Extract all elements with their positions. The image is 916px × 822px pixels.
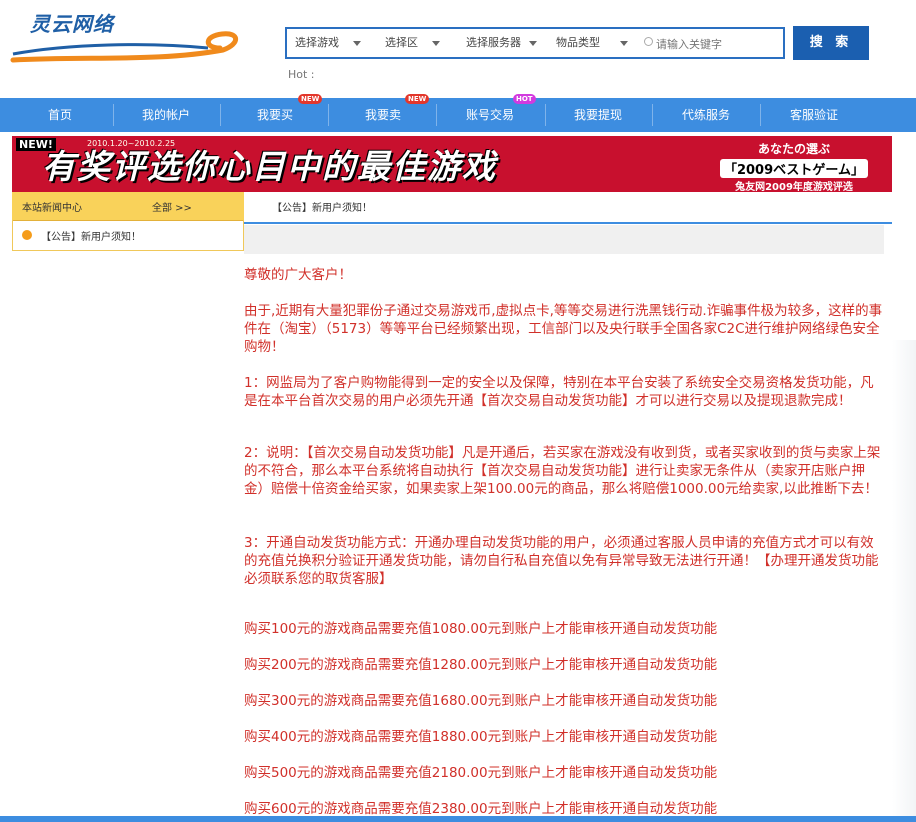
nav-divider bbox=[113, 104, 114, 126]
main-nav: 首页 我的帐户 我要买 NEW 我要卖 NEW 账号交易 HOT 我要提现 代练… bbox=[0, 94, 916, 132]
notice-divider bbox=[244, 222, 892, 224]
nav-divider bbox=[760, 104, 761, 126]
server-select[interactable]: 选择服务器 bbox=[466, 29, 537, 57]
nav-label: 账号交易 bbox=[465, 108, 514, 122]
page-edge-shadow bbox=[892, 340, 916, 816]
nav-divider bbox=[652, 104, 653, 126]
nav-item-home[interactable]: 首页 bbox=[10, 98, 110, 132]
price-line: 购买400元的游戏商品需要充值1880.00元到账户上才能审核开通自动发货功能 bbox=[244, 729, 718, 745]
search-bar: 选择游戏 选择区 选择服务器 物品类型 bbox=[285, 27, 798, 59]
chevron-down-icon bbox=[529, 40, 537, 46]
server-select-label: 选择服务器 bbox=[466, 36, 521, 49]
hot-keywords-label: Hot : bbox=[288, 68, 315, 81]
nav-label: 我要卖 bbox=[364, 108, 401, 122]
keyword-input[interactable] bbox=[642, 33, 798, 55]
price-line: 购买300元的游戏商品需要充值1680.00元到账户上才能审核开通自动发货功能 bbox=[244, 693, 718, 709]
new-badge: NEW bbox=[405, 94, 430, 104]
hot-badge: HOT bbox=[513, 94, 536, 104]
nav-item-service-verify[interactable]: 客服验证 bbox=[764, 98, 864, 132]
banner-headline: 有奖评选你心目中的最佳游戏 bbox=[42, 147, 497, 186]
game-select-label: 选择游戏 bbox=[295, 36, 339, 49]
news-header: 本站新闻中心 全部 >> bbox=[12, 192, 244, 221]
news-item[interactable]: 【公告】新用户须知！ bbox=[41, 228, 141, 243]
nav-label: 我要提现 bbox=[573, 108, 622, 122]
paragraph-1: 1：网监局为了客户购物能得到一定的安全以及保障，特别在本平台安装了系统安全交易资… bbox=[244, 375, 874, 409]
nav-item-withdraw[interactable]: 我要提现 bbox=[548, 98, 648, 132]
nav-divider bbox=[436, 104, 437, 126]
banner-side-text: あなたの選ぶ 「2009ベストゲーム」 兔友网2009年度游戏评选 bbox=[702, 140, 886, 192]
nav-divider bbox=[328, 104, 329, 126]
banner-side-line1: あなたの選ぶ bbox=[757, 142, 830, 156]
item-type-select-label: 物品类型 bbox=[556, 36, 600, 49]
nav-label: 代练服务 bbox=[681, 108, 730, 122]
promo-banner[interactable]: NEW! 2010.1.20~2010.2.25 有奖评选你心目中的最佳游戏 あ… bbox=[12, 136, 892, 192]
paragraph-2: 2：说明：【首次交易自动发货功能】凡是开通后，若买家在游戏没有收到货，或者买家收… bbox=[244, 445, 881, 497]
item-type-select[interactable]: 物品类型 bbox=[556, 29, 628, 57]
price-line: 购买500元的游戏商品需要充值2180.00元到账户上才能审核开通自动发货功能 bbox=[244, 765, 718, 781]
nav-item-my-account[interactable]: 我的帐户 bbox=[116, 98, 216, 132]
paragraph-3: 3：开通自动发货功能方式：开通办理自动发货功能的用户，必须通过客服人员申请的充值… bbox=[244, 535, 879, 587]
chevron-down-icon bbox=[432, 40, 440, 46]
chevron-down-icon bbox=[353, 40, 361, 46]
site-logo[interactable]: 灵云网络 bbox=[8, 4, 243, 68]
news-title: 本站新闻中心 bbox=[22, 203, 82, 214]
nav-label: 首页 bbox=[47, 108, 72, 122]
nav-item-buy[interactable]: 我要买 NEW bbox=[225, 94, 325, 132]
nav-divider bbox=[545, 104, 546, 126]
notice-title: 【公告】新用户须知！ bbox=[272, 203, 372, 214]
bullet-icon bbox=[22, 230, 32, 240]
new-badge: NEW bbox=[298, 94, 323, 104]
banner-side-line2: 「2009ベストゲーム」 bbox=[719, 159, 869, 178]
price-line: 购买200元的游戏商品需要充值1280.00元到账户上才能审核开通自动发货功能 bbox=[244, 657, 718, 673]
nav-label: 我的帐户 bbox=[141, 108, 190, 122]
notice-subbar bbox=[244, 225, 884, 254]
news-list: 【公告】新用户须知！ bbox=[12, 220, 244, 251]
bottom-bar bbox=[0, 816, 916, 822]
area-select-label: 选择区 bbox=[385, 36, 418, 49]
nav-item-boosting[interactable]: 代练服务 bbox=[656, 98, 756, 132]
banner-side-line3: 兔友网2009年度游戏评选 bbox=[735, 182, 853, 192]
nav-label: 客服验证 bbox=[789, 108, 838, 122]
greeting: 尊敬的广大客户！ bbox=[244, 267, 352, 283]
news-all-link[interactable]: 全部 >> bbox=[152, 199, 192, 214]
search-button[interactable]: 搜 索 bbox=[793, 26, 869, 60]
nav-divider bbox=[220, 104, 221, 126]
game-select[interactable]: 选择游戏 bbox=[295, 29, 361, 57]
nav-item-account-trade[interactable]: 账号交易 HOT bbox=[440, 94, 540, 132]
paragraph-intro: 由于,近期有大量犯罪份子通过交易游戏币,虚拟点卡,等等交易进行洗黑钱行动.诈骗事… bbox=[244, 303, 883, 355]
nav-label: 我要买 bbox=[256, 108, 293, 122]
nav-item-sell[interactable]: 我要卖 NEW bbox=[333, 94, 433, 132]
chevron-down-icon bbox=[620, 40, 628, 46]
logo-text: 灵云网络 bbox=[30, 12, 114, 36]
price-line: 购买100元的游戏商品需要充值1080.00元到账户上才能审核开通自动发货功能 bbox=[244, 621, 718, 637]
area-select[interactable]: 选择区 bbox=[385, 29, 440, 57]
